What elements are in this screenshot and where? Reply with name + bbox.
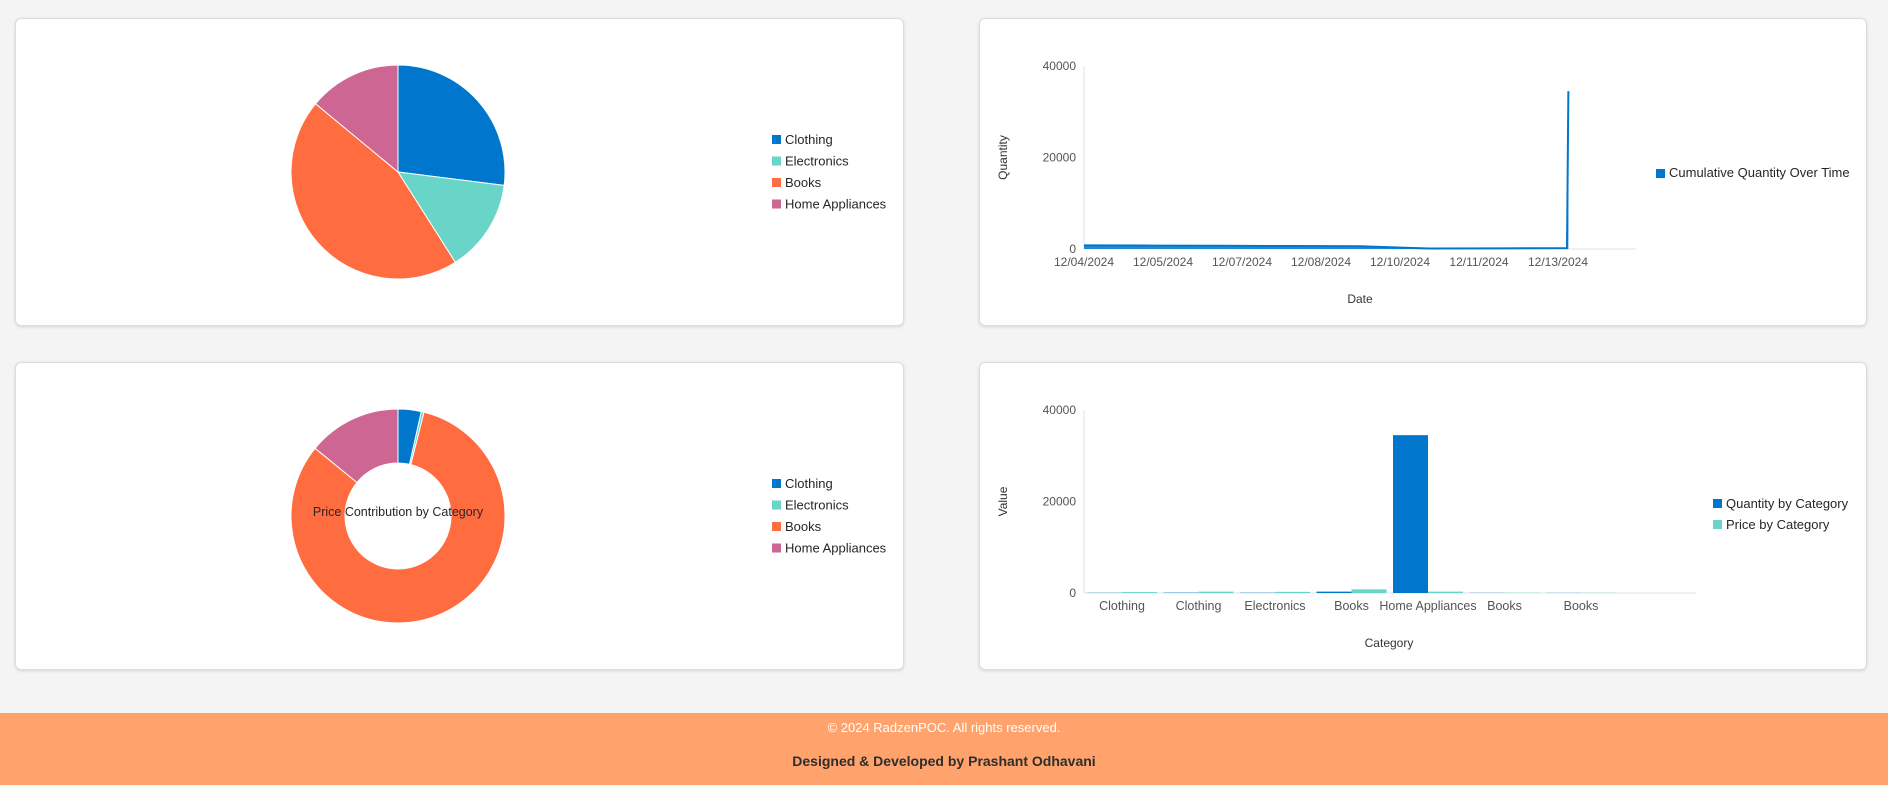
x-tick-label: 12/11/2024 — [1449, 255, 1508, 269]
x-tick-label: Books — [1487, 599, 1522, 613]
line-series-stroke — [1083, 91, 1570, 250]
x-tick-label: 12/05/2024 — [1133, 255, 1193, 269]
bar-price-clothing — [1198, 591, 1234, 593]
legend-label-clothing: Clothing — [785, 132, 833, 147]
legend-swatch-clothing — [772, 479, 781, 488]
x-axis-title: Date — [1347, 292, 1373, 306]
legend-swatch-cumulative — [1656, 169, 1665, 178]
legend-swatch-electronics — [772, 500, 781, 510]
y-tick-label: 20000 — [1043, 495, 1077, 509]
x-tick-label: Home Appliances — [1379, 599, 1476, 613]
footer-copyright: © 2024 RadzenPOC. All rights reserved. — [827, 720, 1061, 735]
x-tick-label: Clothing — [1176, 599, 1222, 613]
category-bar-card: 0 20000 40000 Value Clothing Clothing Electron… — [979, 362, 1867, 670]
legend-swatch-price-by-category — [1713, 520, 1722, 529]
y-tick-label: 20000 — [1043, 151, 1077, 165]
x-tick-label: 12/08/2024 — [1291, 255, 1351, 269]
legend-swatch-home-appliances — [772, 543, 781, 553]
cumulative-line-card: 0 20000 40000 Quantity 12/04/2024 12/05/2024 1… — [979, 18, 1867, 326]
category-bar-chart: 0 20000 40000 Value Clothing Clothing Electron… — [996, 403, 1849, 650]
bar-quantity-home-appliances — [1393, 435, 1428, 593]
footer-credit: Designed & Developed by Prashant Odhavan… — [792, 753, 1096, 769]
legend-label-price-by-category: Price by Category — [1726, 517, 1830, 532]
y-tick-label: 0 — [1069, 586, 1076, 600]
y-tick-label: 40000 — [1043, 403, 1077, 417]
legend-label-home-appliances: Home Appliances — [785, 197, 887, 212]
legend-label-books: Books — [785, 175, 822, 190]
category-pie-card: Clothing Electronics Books Home Appliances — [15, 18, 904, 326]
legend-label-home-appliances: Home Appliances — [785, 541, 887, 556]
x-tick-label: 12/13/2024 — [1528, 255, 1588, 269]
bar-price-books — [1351, 589, 1387, 593]
legend-label-cumulative: Cumulative Quantity Over Time — [1669, 165, 1850, 180]
legend-swatch-home-appliances — [772, 199, 781, 209]
bar-price-electronics — [1275, 591, 1310, 593]
x-tick-label: Books — [1564, 599, 1599, 613]
x-tick-label: Clothing — [1099, 599, 1145, 613]
x-tick-label: 12/07/2024 — [1212, 255, 1272, 269]
line-series-area — [1084, 91, 1569, 249]
legend-label-clothing: Clothing — [785, 476, 833, 491]
price-donut-chart: Clothing Electronics Books Home Appliances P… — [290, 408, 887, 624]
legend-label-quantity-by-category: Quantity by Category — [1726, 496, 1849, 511]
bar-price-home-appliances — [1428, 591, 1463, 593]
x-tick-label: 12/04/2024 — [1054, 255, 1114, 269]
legend-label-books: Books — [785, 519, 822, 534]
y-axis-title: Value — [996, 486, 1010, 516]
price-donut-card: Clothing Electronics Books Home Appliances P… — [15, 362, 904, 670]
bar-quantity-books — [1316, 591, 1352, 593]
footer: © 2024 RadzenPOC. All rights reserved. D… — [0, 713, 1888, 785]
bar-price-clothing — [1122, 592, 1157, 593]
legend-swatch-quantity-by-category — [1713, 499, 1722, 508]
legend-swatch-books — [772, 178, 781, 187]
legend-label-electronics: Electronics — [785, 154, 849, 169]
legend-label-electronics: Electronics — [785, 498, 849, 513]
legend-swatch-electronics — [772, 156, 781, 166]
legend-swatch-books — [772, 522, 781, 531]
x-tick-label: Electronics — [1244, 599, 1305, 613]
cumulative-line-chart: 0 20000 40000 Quantity 12/04/2024 12/05/2024 1… — [996, 59, 1850, 306]
y-tick-label: 40000 — [1043, 59, 1077, 73]
y-tick-label: 0 — [1069, 242, 1076, 256]
pie-slice-clothing — [397, 64, 506, 186]
legend-swatch-clothing — [772, 135, 781, 144]
category-pie-chart: Clothing Electronics Books Home Appliances — [290, 64, 887, 280]
donut-center-label: Price Contribution by Category — [313, 505, 484, 519]
y-axis-title: Quantity — [996, 135, 1010, 180]
x-axis-title: Category — [1365, 636, 1414, 650]
x-tick-label: Books — [1334, 599, 1369, 613]
x-tick-label: 12/10/2024 — [1370, 255, 1430, 269]
